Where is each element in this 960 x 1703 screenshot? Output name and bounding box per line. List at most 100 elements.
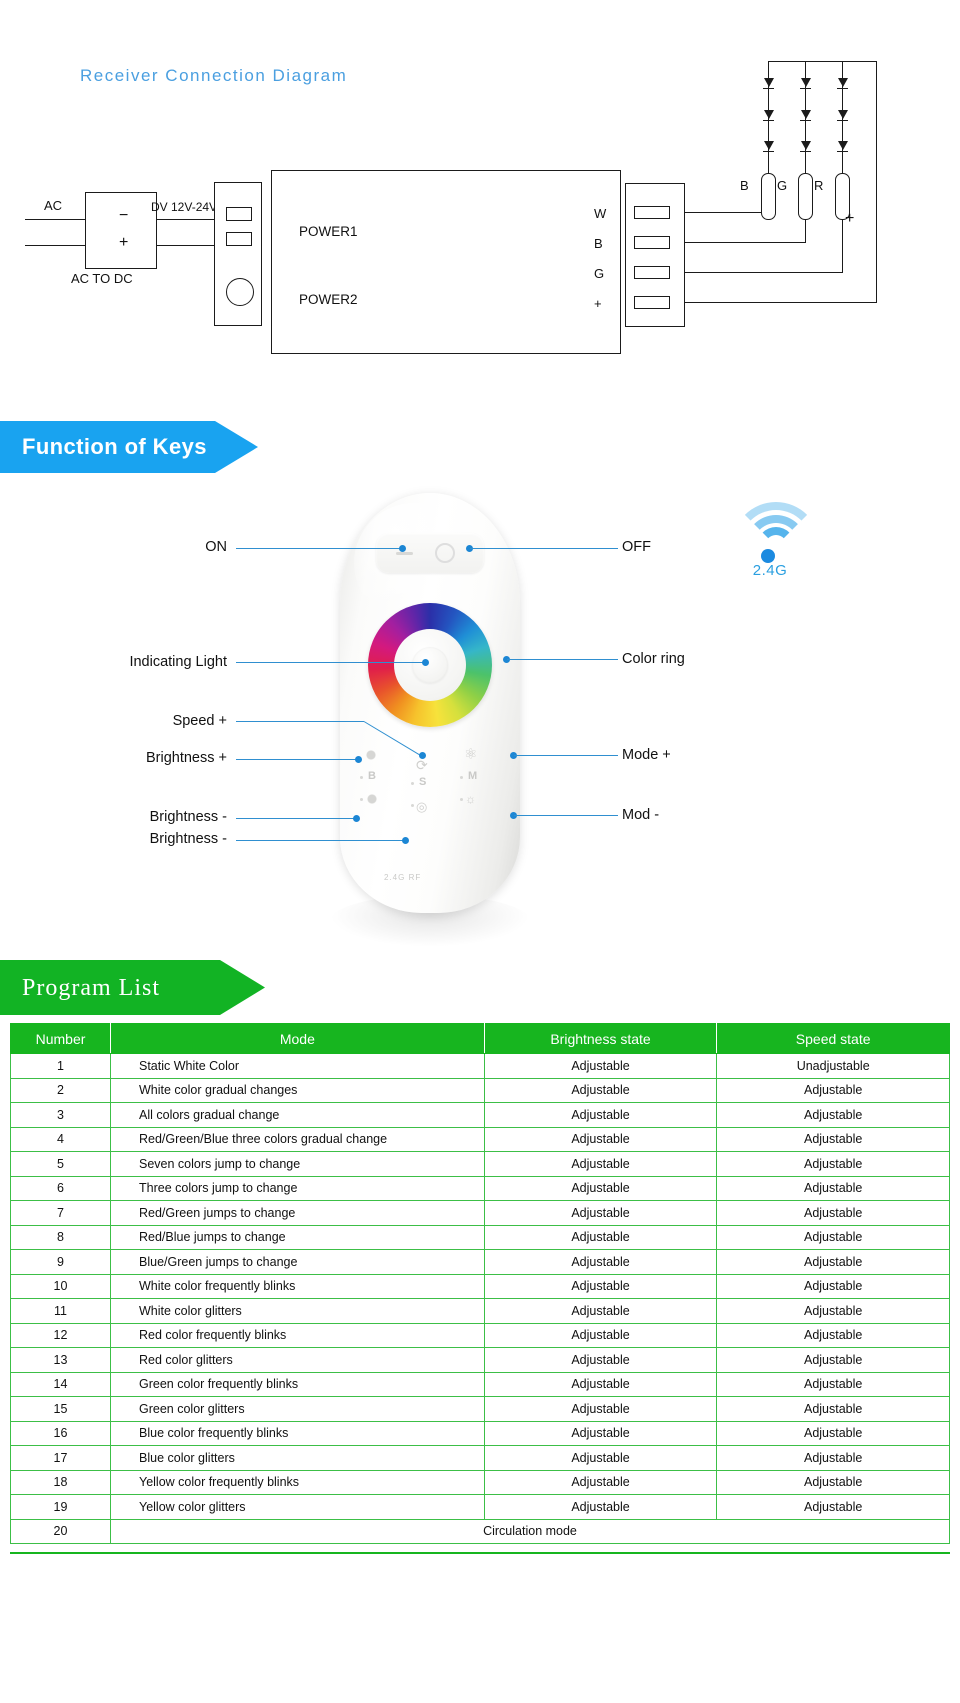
strip-label-g: G (777, 178, 788, 193)
cell-brightness: Adjustable (483, 1396, 718, 1422)
dc-wire-top (157, 219, 214, 220)
callout-brightness-plus-line (236, 759, 359, 760)
dc-voltage-label: DV 12V-24V (151, 200, 218, 214)
wire-plus (685, 302, 876, 303)
output-terminal-w (634, 206, 670, 219)
cell-mode: Blue color glitters (110, 1445, 485, 1471)
power2-port (226, 278, 254, 306)
cell-mode: Red color glitters (110, 1347, 485, 1373)
brightness-letter: B (368, 770, 376, 782)
callout-brightness-plus-dot (355, 756, 362, 763)
off-button-icon[interactable] (435, 543, 455, 563)
cell-number: 17 (10, 1445, 111, 1471)
speed-plus-icon[interactable]: ⟳ (416, 757, 428, 774)
callout-on-line (236, 548, 403, 549)
color-ring[interactable] (368, 603, 492, 727)
callout-speed-plus-line (236, 721, 364, 722)
diode-r-2-bar (837, 120, 848, 121)
cell-mode: Red/Green jumps to change (110, 1200, 485, 1226)
table-head: Number Mode Brightness state Speed state (10, 1023, 950, 1054)
cell-speed: Adjustable (716, 1126, 950, 1152)
ac-wire-top (25, 219, 85, 220)
cell-number: 12 (10, 1322, 111, 1348)
wire-g-to-r-strip (685, 272, 843, 273)
cell-brightness: Adjustable (483, 1322, 718, 1348)
page-root: Receiver Connection Diagram AC − + AC TO… (0, 0, 960, 1703)
diode-b-2-bar (763, 120, 774, 121)
cell-speed: Adjustable (716, 1273, 950, 1299)
dc-wire-bottom (157, 245, 214, 246)
cell-mode: White color frequently blinks (110, 1273, 485, 1299)
cell-mode: Blue color frequently blinks (110, 1420, 485, 1446)
callout-speed-plus-dot (419, 752, 426, 759)
cell-brightness: Adjustable (483, 1249, 718, 1275)
table-row: 8 Red/Blue jumps to change Adjustable Adjus… (10, 1224, 950, 1250)
cell-brightness: Adjustable (483, 1298, 718, 1324)
cell-brightness: Adjustable (483, 1224, 718, 1250)
brightness-minus-icon[interactable] (366, 793, 378, 805)
callout-off-line (470, 548, 618, 549)
brightness-dot-lower (360, 798, 363, 801)
callout-color-ring-label: Color ring (622, 651, 685, 667)
diode-g-1-bar (800, 88, 811, 89)
cell-brightness: Adjustable (483, 1151, 718, 1177)
output-label-b: B (594, 236, 603, 251)
mode-plus-icon[interactable]: ⚛ (464, 745, 477, 763)
output-terminal-g (634, 266, 670, 279)
cell-number: 4 (10, 1126, 111, 1152)
riser-plus (876, 61, 877, 303)
callout-brightness-minus-dot (353, 815, 360, 822)
table-row: 1 Static White Color Adjustable Unadjustabl… (10, 1053, 950, 1079)
wire-w-to-b-strip (685, 212, 769, 213)
power-button-pad[interactable] (376, 533, 484, 573)
callout-color-ring-line (507, 659, 618, 660)
cell-brightness: Adjustable (483, 1200, 718, 1226)
diode-r-1-bar (837, 88, 848, 89)
callout-on-dot (399, 545, 406, 552)
cell-speed: Adjustable (716, 1445, 950, 1471)
output-label-g: G (594, 266, 605, 281)
cell-speed: Adjustable (716, 1102, 950, 1128)
speed-minus-icon[interactable]: ◎ (416, 799, 427, 815)
column-header-number: Number (10, 1023, 111, 1054)
cell-number: 1 (10, 1053, 111, 1079)
callout-speed-plus-label: Speed + (172, 713, 227, 729)
cell-number: 10 (10, 1273, 111, 1299)
receiver-connection-diagram: Receiver Connection Diagram AC − + AC TO… (0, 0, 960, 390)
brightness-plus-icon[interactable] (362, 746, 380, 764)
cell-speed: Adjustable (716, 1396, 950, 1422)
cell-speed: Adjustable (716, 1224, 950, 1250)
table-row: 7 Red/Green jumps to change Adjustable Adju… (10, 1200, 950, 1226)
speed-dot-lower (411, 804, 414, 807)
indicating-light[interactable] (412, 647, 448, 683)
brightness-dot-upper (360, 776, 363, 779)
callout-mode-plus-line (514, 755, 618, 756)
diode-r-1-icon (838, 78, 848, 87)
resistor-b (761, 173, 776, 220)
cell-number: 8 (10, 1224, 111, 1250)
table-row: 13 Red color glitters Adjustable Adjustable (10, 1347, 950, 1373)
program-list-table: Number Mode Brightness state Speed state… (10, 1023, 950, 1544)
cell-number: 14 (10, 1371, 111, 1397)
callout-indicating-light-line (236, 662, 426, 663)
wifi-label: 2.4G (752, 562, 788, 579)
table-row: 3 All colors gradual change Adjustable Adju… (10, 1102, 950, 1128)
diode-b-3-bar (763, 151, 774, 152)
cell-mode: Green color glitters (110, 1396, 485, 1422)
table-row: 16 Blue color frequently blinks Adjustable… (10, 1420, 950, 1446)
callout-brightness-minus-label: Brightness - (149, 809, 227, 825)
cell-mode: Blue/Green jumps to change (110, 1249, 485, 1275)
callout-indicating-light-label: Indicating Light (129, 654, 227, 670)
diode-b-1-icon (764, 78, 774, 87)
strip-label-plus: + (845, 210, 855, 227)
cell-speed: Adjustable (716, 1494, 950, 1520)
ac-wire-bottom (25, 245, 85, 246)
cell-mode: Static White Color (110, 1053, 485, 1079)
mode-minus-icon[interactable]: ☼ (465, 792, 476, 806)
cell-brightness: Adjustable (483, 1175, 718, 1201)
cell-number: 2 (10, 1077, 111, 1103)
function-of-keys-banner: Function of Keys (0, 421, 258, 473)
on-button-icon[interactable] (396, 552, 413, 555)
cell-brightness: Adjustable (483, 1445, 718, 1471)
cell-mode: White color glitters (110, 1298, 485, 1324)
